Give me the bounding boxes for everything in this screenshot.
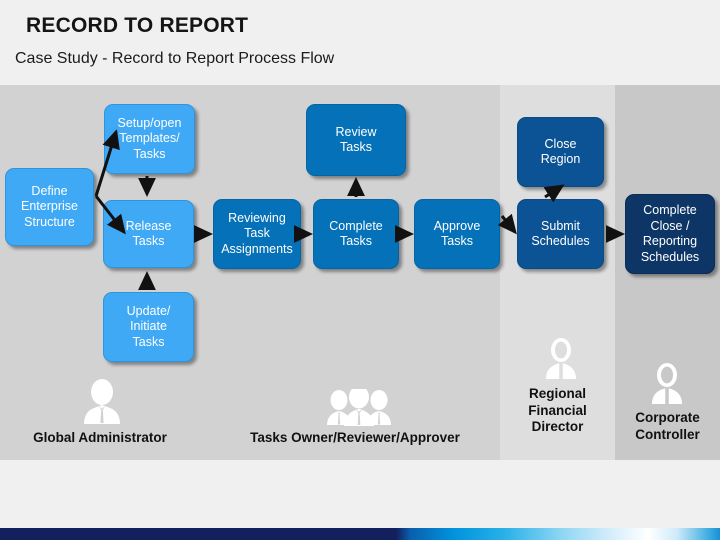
single-person-icon bbox=[84, 379, 120, 424]
node-line-1: Submit bbox=[541, 218, 580, 233]
node-setup-open-templates-tasks[interactable]: Setup/open Templates/ Tasks bbox=[104, 104, 195, 174]
node-line-2: Enterprise bbox=[21, 199, 78, 214]
node-close-region[interactable]: Close Region bbox=[517, 117, 604, 187]
node-line-3: Reporting bbox=[642, 234, 698, 248]
lane-label-line-2: Financial bbox=[528, 402, 587, 418]
two-people-icon bbox=[652, 363, 682, 404]
lane-label-line-3: Director bbox=[531, 419, 584, 434]
node-reviewing-task-assignments[interactable]: Reviewing Task Assignments bbox=[213, 199, 301, 269]
node-line-2: Tasks bbox=[340, 234, 372, 248]
lane-label-regional-financial-director: Regional Financial Director bbox=[500, 386, 615, 436]
node-line-2: Region bbox=[540, 152, 581, 166]
slide-canvas: RECORD TO REPORT Case Study - Record to … bbox=[0, 0, 720, 540]
node-line-3: Assignments bbox=[221, 241, 293, 256]
node-review-tasks[interactable]: Review Tasks bbox=[306, 104, 406, 176]
node-complete-tasks[interactable]: Complete Tasks bbox=[313, 199, 399, 269]
node-line-1: Complete bbox=[329, 218, 383, 233]
node-line-1: Define bbox=[31, 183, 68, 198]
node-line-1: Review bbox=[335, 124, 377, 139]
node-line-1: Approve bbox=[433, 218, 481, 233]
node-update-initiate-tasks[interactable]: Update/ Initiate Tasks bbox=[103, 292, 194, 362]
node-line-1: Close bbox=[544, 136, 577, 151]
node-line-2: Templates/ bbox=[119, 131, 180, 146]
lane-label-global-administrator: Global Administrator bbox=[33, 430, 167, 445]
page-subtitle: Case Study - Record to Report Process Fl… bbox=[15, 50, 335, 67]
node-line-1: Setup/open bbox=[117, 115, 182, 130]
lane-label-corporate-controller: Corporate Controller bbox=[615, 410, 720, 443]
node-line-3: Tasks bbox=[132, 334, 165, 349]
node-line-2: Tasks bbox=[441, 234, 473, 248]
node-line-2: Close / bbox=[650, 218, 690, 233]
page-title: RECORD TO REPORT bbox=[26, 14, 249, 37]
footer-gradient-bar bbox=[0, 528, 720, 540]
three-people-icon bbox=[327, 389, 391, 426]
node-line-3: Tasks bbox=[133, 146, 166, 161]
node-line-2: Tasks bbox=[340, 140, 372, 154]
lane-label-line-1: Corporate bbox=[635, 410, 700, 425]
two-people-icon bbox=[546, 338, 576, 379]
lane-label-line-2: Controller bbox=[635, 426, 700, 442]
node-line-3: Structure bbox=[24, 214, 75, 229]
node-submit-schedules[interactable]: Submit Schedules bbox=[517, 199, 604, 269]
node-line-2: Task bbox=[244, 226, 270, 241]
node-approve-tasks[interactable]: Approve Tasks bbox=[414, 199, 500, 269]
node-line-1: Reviewing bbox=[228, 210, 286, 225]
lane-label-line-1: Regional bbox=[528, 386, 586, 401]
swimlane-global-administrator bbox=[0, 85, 500, 460]
node-line-1: Release bbox=[125, 218, 172, 233]
node-line-2: Tasks bbox=[132, 234, 165, 248]
node-line-4: Schedules bbox=[640, 249, 700, 264]
node-line-2: Initiate bbox=[130, 319, 167, 334]
node-line-1: Update/ bbox=[126, 303, 171, 318]
node-line-1: Complete bbox=[643, 203, 697, 217]
node-release-tasks[interactable]: Release Tasks bbox=[103, 200, 194, 268]
node-define-enterprise-structure[interactable]: Define Enterprise Structure bbox=[5, 168, 94, 246]
node-complete-close-reporting-schedules[interactable]: Complete Close / Reporting Schedules bbox=[625, 194, 715, 274]
lane-label-tasks-owner-reviewer-approver: Tasks Owner/Reviewer/Approver bbox=[250, 430, 460, 445]
node-line-2: Schedules bbox=[531, 234, 590, 248]
